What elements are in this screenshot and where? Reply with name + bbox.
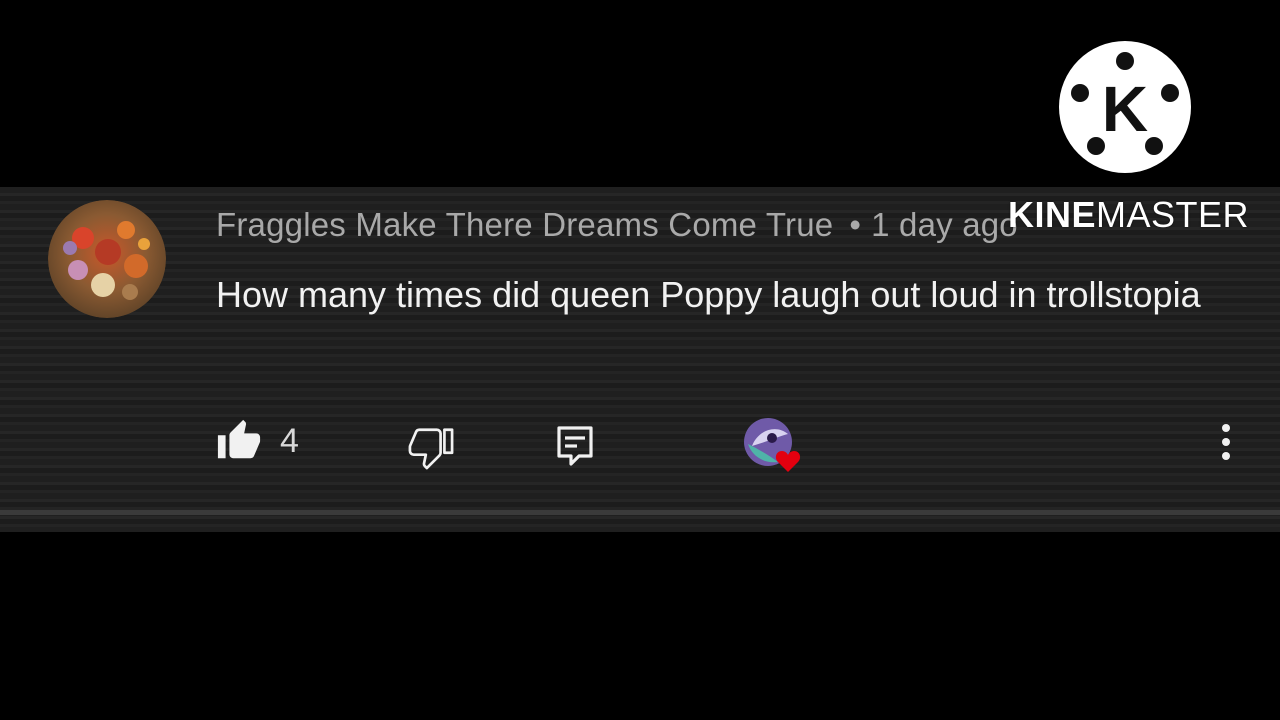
kinemaster-logo-icon: K (1058, 40, 1192, 174)
kinemaster-watermark: K KINEMASTER (1000, 36, 1260, 246)
more-vert-icon (1222, 424, 1230, 460)
author-avatar[interactable] (48, 200, 166, 318)
comment-body: How many times did queen Poppy laugh out… (216, 274, 1201, 315)
card-divider (0, 510, 1280, 515)
wordmark-rest: MASTER (1096, 194, 1250, 235)
header-separator: • (849, 206, 862, 243)
author-name[interactable]: Fraggles Make There Dreams Come True (216, 206, 833, 243)
reply-icon (557, 426, 593, 466)
thumbs-down-icon (408, 428, 454, 470)
comment-timestamp: 1 day ago (871, 206, 1018, 243)
dislike-button[interactable] (408, 424, 454, 470)
video-frame: Fraggles Make There Dreams Come True • 1 d… (0, 0, 1280, 720)
kinemaster-wordmark: KINEMASTER (1008, 194, 1249, 236)
like-button[interactable] (216, 418, 262, 464)
logo-letter: K (1102, 73, 1148, 145)
creator-heart-badge (742, 416, 806, 480)
thumbs-up-icon (217, 419, 261, 459)
reply-button[interactable] (555, 424, 595, 468)
wordmark-bold: KINE (1008, 194, 1097, 235)
more-options-button[interactable] (1212, 420, 1240, 468)
like-count: 4 (280, 422, 299, 460)
comment-header: Fraggles Make There Dreams Come True • 1 d… (216, 206, 1018, 244)
